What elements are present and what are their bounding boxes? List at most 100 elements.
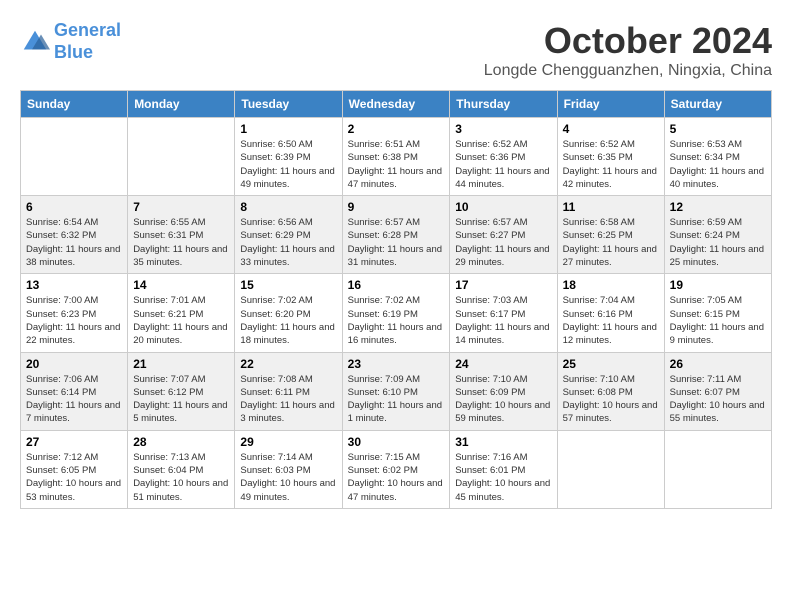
calendar-cell: 21 Sunrise: 7:07 AM Sunset: 6:12 PM Dayli… <box>128 352 235 430</box>
calendar-cell: 10 Sunrise: 6:57 AM Sunset: 6:27 PM Dayli… <box>450 196 557 274</box>
weekday-header-thursday: Thursday <box>450 91 557 118</box>
logo: General Blue <box>20 20 121 63</box>
day-info: Sunrise: 7:10 AM Sunset: 6:08 PM Dayligh… <box>563 373 659 426</box>
day-info: Sunrise: 7:15 AM Sunset: 6:02 PM Dayligh… <box>348 451 445 504</box>
day-info: Sunrise: 7:01 AM Sunset: 6:21 PM Dayligh… <box>133 294 229 347</box>
day-info: Sunrise: 7:03 AM Sunset: 6:17 PM Dayligh… <box>455 294 551 347</box>
calendar-cell: 16 Sunrise: 7:02 AM Sunset: 6:19 PM Dayli… <box>342 274 450 352</box>
calendar-cell: 28 Sunrise: 7:13 AM Sunset: 6:04 PM Dayli… <box>128 430 235 508</box>
day-info: Sunrise: 6:51 AM Sunset: 6:38 PM Dayligh… <box>348 138 445 191</box>
day-number: 11 <box>563 200 659 214</box>
title-block: October 2024 Longde Chengguanzhen, Ningx… <box>484 20 772 80</box>
calendar-week-row: 1 Sunrise: 6:50 AM Sunset: 6:39 PM Daylig… <box>21 118 772 196</box>
day-number: 24 <box>455 357 551 371</box>
day-info: Sunrise: 6:50 AM Sunset: 6:39 PM Dayligh… <box>240 138 336 191</box>
day-info: Sunrise: 7:09 AM Sunset: 6:10 PM Dayligh… <box>348 373 445 426</box>
day-number: 29 <box>240 435 336 449</box>
day-info: Sunrise: 7:06 AM Sunset: 6:14 PM Dayligh… <box>26 373 122 426</box>
day-info: Sunrise: 7:02 AM Sunset: 6:19 PM Dayligh… <box>348 294 445 347</box>
day-info: Sunrise: 7:04 AM Sunset: 6:16 PM Dayligh… <box>563 294 659 347</box>
day-number: 1 <box>240 122 336 136</box>
day-number: 15 <box>240 278 336 292</box>
calendar-cell: 13 Sunrise: 7:00 AM Sunset: 6:23 PM Dayli… <box>21 274 128 352</box>
day-number: 4 <box>563 122 659 136</box>
day-number: 17 <box>455 278 551 292</box>
day-number: 16 <box>348 278 445 292</box>
day-number: 8 <box>240 200 336 214</box>
day-number: 18 <box>563 278 659 292</box>
calendar-cell: 14 Sunrise: 7:01 AM Sunset: 6:21 PM Dayli… <box>128 274 235 352</box>
day-info: Sunrise: 6:57 AM Sunset: 6:28 PM Dayligh… <box>348 216 445 269</box>
day-number: 3 <box>455 122 551 136</box>
logo-line2: Blue <box>54 42 93 62</box>
calendar-cell: 5 Sunrise: 6:53 AM Sunset: 6:34 PM Daylig… <box>664 118 771 196</box>
day-number: 20 <box>26 357 122 371</box>
calendar-cell: 17 Sunrise: 7:03 AM Sunset: 6:17 PM Dayli… <box>450 274 557 352</box>
day-info: Sunrise: 6:53 AM Sunset: 6:34 PM Dayligh… <box>670 138 766 191</box>
calendar-week-row: 27Sunrise: 7:12 AM Sunset: 6:05 PM Dayli… <box>21 430 772 508</box>
day-info: Sunrise: 7:10 AM Sunset: 6:09 PM Dayligh… <box>455 373 551 426</box>
day-info: Sunrise: 6:59 AM Sunset: 6:24 PM Dayligh… <box>670 216 766 269</box>
calendar-cell: 25Sunrise: 7:10 AM Sunset: 6:08 PM Dayli… <box>557 352 664 430</box>
calendar-cell: 8 Sunrise: 6:56 AM Sunset: 6:29 PM Daylig… <box>235 196 342 274</box>
month-title: October 2024 <box>484 20 772 62</box>
day-info: Sunrise: 6:55 AM Sunset: 6:31 PM Dayligh… <box>133 216 229 269</box>
day-info: Sunrise: 7:11 AM Sunset: 6:07 PM Dayligh… <box>670 373 766 426</box>
calendar-week-row: 20 Sunrise: 7:06 AM Sunset: 6:14 PM Dayli… <box>21 352 772 430</box>
calendar-cell <box>557 430 664 508</box>
calendar-cell: 9 Sunrise: 6:57 AM Sunset: 6:28 PM Daylig… <box>342 196 450 274</box>
day-number: 23 <box>348 357 445 371</box>
day-number: 5 <box>670 122 766 136</box>
logo-line1: General <box>54 20 121 40</box>
day-info: Sunrise: 7:13 AM Sunset: 6:04 PM Dayligh… <box>133 451 229 504</box>
calendar-cell: 7Sunrise: 6:55 AM Sunset: 6:31 PM Daylig… <box>128 196 235 274</box>
calendar-cell <box>21 118 128 196</box>
day-info: Sunrise: 7:02 AM Sunset: 6:20 PM Dayligh… <box>240 294 336 347</box>
day-number: 21 <box>133 357 229 371</box>
calendar-cell: 19Sunrise: 7:05 AM Sunset: 6:15 PM Dayli… <box>664 274 771 352</box>
day-info: Sunrise: 6:57 AM Sunset: 6:27 PM Dayligh… <box>455 216 551 269</box>
day-number: 30 <box>348 435 445 449</box>
day-info: Sunrise: 7:08 AM Sunset: 6:11 PM Dayligh… <box>240 373 336 426</box>
day-number: 13 <box>26 278 122 292</box>
day-info: Sunrise: 6:58 AM Sunset: 6:25 PM Dayligh… <box>563 216 659 269</box>
calendar-cell: 23 Sunrise: 7:09 AM Sunset: 6:10 PM Dayli… <box>342 352 450 430</box>
day-number: 10 <box>455 200 551 214</box>
day-number: 9 <box>348 200 445 214</box>
day-info: Sunrise: 6:52 AM Sunset: 6:35 PM Dayligh… <box>563 138 659 191</box>
calendar-cell: 29 Sunrise: 7:14 AM Sunset: 6:03 PM Dayli… <box>235 430 342 508</box>
logo-text: General Blue <box>54 20 121 63</box>
day-number: 2 <box>348 122 445 136</box>
day-info: Sunrise: 7:00 AM Sunset: 6:23 PM Dayligh… <box>26 294 122 347</box>
weekday-header-friday: Friday <box>557 91 664 118</box>
calendar-cell: 6Sunrise: 6:54 AM Sunset: 6:32 PM Daylig… <box>21 196 128 274</box>
weekday-header-row: SundayMondayTuesdayWednesdayThursdayFrid… <box>21 91 772 118</box>
calendar-cell: 20 Sunrise: 7:06 AM Sunset: 6:14 PM Dayli… <box>21 352 128 430</box>
calendar-cell: 22 Sunrise: 7:08 AM Sunset: 6:11 PM Dayli… <box>235 352 342 430</box>
calendar-week-row: 13 Sunrise: 7:00 AM Sunset: 6:23 PM Dayli… <box>21 274 772 352</box>
day-info: Sunrise: 7:14 AM Sunset: 6:03 PM Dayligh… <box>240 451 336 504</box>
day-number: 6 <box>26 200 122 214</box>
calendar-week-row: 6Sunrise: 6:54 AM Sunset: 6:32 PM Daylig… <box>21 196 772 274</box>
calendar-cell <box>664 430 771 508</box>
day-number: 14 <box>133 278 229 292</box>
day-info: Sunrise: 6:52 AM Sunset: 6:36 PM Dayligh… <box>455 138 551 191</box>
weekday-header-saturday: Saturday <box>664 91 771 118</box>
calendar-cell: 26Sunrise: 7:11 AM Sunset: 6:07 PM Dayli… <box>664 352 771 430</box>
calendar-cell <box>128 118 235 196</box>
day-number: 31 <box>455 435 551 449</box>
day-info: Sunrise: 6:56 AM Sunset: 6:29 PM Dayligh… <box>240 216 336 269</box>
calendar-cell: 11 Sunrise: 6:58 AM Sunset: 6:25 PM Dayli… <box>557 196 664 274</box>
day-info: Sunrise: 7:07 AM Sunset: 6:12 PM Dayligh… <box>133 373 229 426</box>
day-number: 28 <box>133 435 229 449</box>
page-header: General Blue October 2024 Longde Chenggu… <box>20 20 772 80</box>
logo-icon <box>20 27 50 57</box>
weekday-header-wednesday: Wednesday <box>342 91 450 118</box>
calendar-cell: 31Sunrise: 7:16 AM Sunset: 6:01 PM Dayli… <box>450 430 557 508</box>
calendar-cell: 24 Sunrise: 7:10 AM Sunset: 6:09 PM Dayli… <box>450 352 557 430</box>
day-number: 19 <box>670 278 766 292</box>
day-number: 22 <box>240 357 336 371</box>
location: Longde Chengguanzhen, Ningxia, China <box>484 62 772 80</box>
calendar-table: SundayMondayTuesdayWednesdayThursdayFrid… <box>20 90 772 509</box>
calendar-cell: 18 Sunrise: 7:04 AM Sunset: 6:16 PM Dayli… <box>557 274 664 352</box>
